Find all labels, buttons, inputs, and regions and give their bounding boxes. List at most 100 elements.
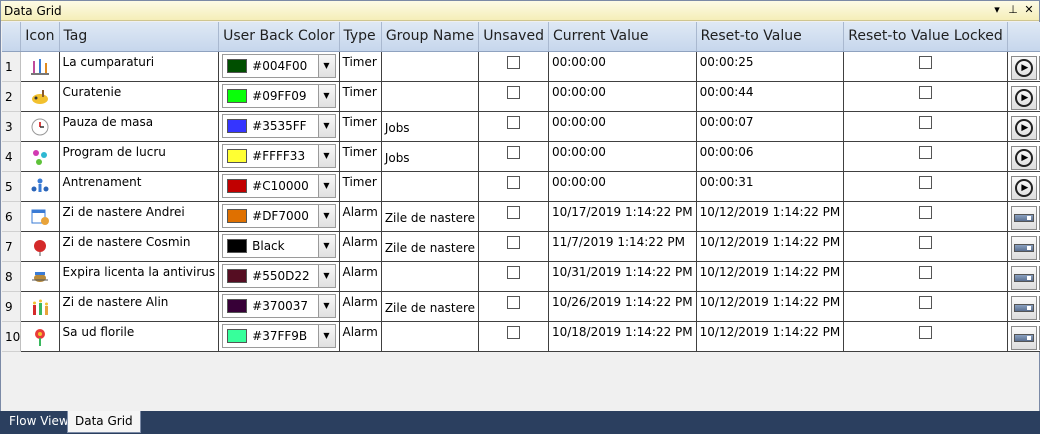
type-cell[interactable]: Alarm [339, 321, 382, 352]
current-value-cell[interactable]: 10/26/2019 1:14:22 PM [548, 291, 697, 322]
play-button[interactable]: ▶ [1010, 85, 1037, 110]
close-icon[interactable]: ✕ [1023, 3, 1035, 16]
row-number[interactable]: 4 [2, 141, 22, 172]
group-name-cell[interactable]: Jobs [381, 111, 480, 142]
unsaved-checkbox[interactable] [507, 55, 521, 69]
col-header-group-name[interactable]: Group Name [381, 22, 480, 52]
reset-value-cell[interactable]: 00:00:25 [696, 51, 845, 82]
current-value-cell[interactable]: 00:00:00 [548, 51, 697, 82]
color-cell[interactable]: #FFFF33 ▼ [218, 141, 340, 172]
table-row[interactable]: 9 Zi de nastere Alin #370037 ▼ Alarm Zile de … [2, 291, 1040, 322]
play-button[interactable]: ▶ [1010, 115, 1037, 140]
group-name-cell[interactable] [381, 261, 480, 292]
reset-locked-cell[interactable] [843, 261, 1008, 292]
reset-value-cell[interactable]: 00:00:44 [696, 81, 845, 112]
chevron-down-icon[interactable]: ▼ [317, 204, 335, 227]
alarm-toggle-button[interactable] [1010, 235, 1037, 260]
type-cell[interactable]: Timer [339, 141, 382, 172]
unsaved-cell[interactable] [478, 321, 549, 352]
row-number[interactable]: 6 [2, 201, 22, 232]
row-number[interactable]: 8 [2, 261, 22, 292]
tag-cell[interactable]: Zi de nastere Cosmin [59, 231, 220, 262]
reset-locked-cell[interactable] [843, 51, 1008, 82]
color-dropdown[interactable]: Black ▼ [222, 233, 336, 258]
reset-locked-checkbox[interactable] [919, 175, 933, 189]
unsaved-cell[interactable] [478, 81, 549, 112]
alarm-toggle-button[interactable] [1010, 205, 1037, 230]
group-name-cell[interactable] [381, 51, 480, 82]
reset-locked-checkbox[interactable] [919, 295, 933, 309]
unsaved-cell[interactable] [478, 141, 549, 172]
col-header-current-value[interactable]: Current Value [548, 22, 697, 52]
group-name-cell[interactable]: Zile de nastere [381, 201, 480, 232]
alarm-toggle-button[interactable] [1010, 295, 1037, 320]
current-value-cell[interactable]: 10/17/2019 1:14:22 PM [548, 201, 697, 232]
reset-locked-cell[interactable] [843, 111, 1008, 142]
col-header-unsaved[interactable]: Unsaved [478, 22, 549, 52]
color-dropdown[interactable]: #09FF09 ▼ [222, 83, 336, 108]
unsaved-cell[interactable] [478, 51, 549, 82]
unsaved-cell[interactable] [478, 171, 549, 202]
chevron-down-icon[interactable]: ▼ [317, 234, 335, 257]
reset-locked-checkbox[interactable] [919, 115, 933, 129]
chevron-down-icon[interactable]: ▼ [317, 294, 335, 317]
row-number[interactable]: 1 [2, 51, 22, 82]
group-name-cell[interactable]: Zile de nastere [381, 231, 480, 262]
color-cell[interactable]: #37FF9B ▼ [218, 321, 340, 352]
tag-cell[interactable]: Antrenament [59, 171, 220, 202]
table-row[interactable]: 6 Zi de nastere Andrei #DF7000 ▼ Alarm Zile d… [2, 201, 1040, 232]
current-value-cell[interactable]: 00:00:00 [548, 171, 697, 202]
group-name-cell[interactable]: Jobs [381, 141, 480, 172]
unsaved-checkbox[interactable] [507, 235, 521, 249]
table-row[interactable]: 1 La cumparaturi #004F00 ▼ Timer 00:00:00 00:0… [2, 51, 1040, 82]
color-dropdown[interactable]: #DF7000 ▼ [222, 203, 336, 228]
tag-cell[interactable]: Expira licenta la antivirus [59, 261, 220, 292]
color-dropdown[interactable]: #3535FF ▼ [222, 113, 336, 138]
table-row[interactable]: 2 Curatenie #09FF09 ▼ Timer 00:00:00 00:00:44 ▶… [2, 81, 1040, 112]
current-value-cell[interactable]: 11/7/2019 1:14:22 PM [548, 231, 697, 262]
row-number[interactable]: 7 [2, 231, 22, 262]
reset-value-cell[interactable]: 10/12/2019 1:14:22 PM [696, 321, 845, 352]
color-cell[interactable]: #3535FF ▼ [218, 111, 340, 142]
reset-value-cell[interactable]: 10/12/2019 1:14:22 PM [696, 261, 845, 292]
col-header-reset-to-value[interactable]: Reset-to Value [696, 22, 845, 52]
unsaved-cell[interactable] [478, 111, 549, 142]
type-cell[interactable]: Alarm [339, 261, 382, 292]
reset-locked-checkbox[interactable] [919, 265, 933, 279]
chevron-down-icon[interactable]: ▼ [317, 144, 335, 167]
play-button[interactable]: ▶ [1010, 55, 1037, 80]
type-cell[interactable]: Alarm [339, 231, 382, 262]
color-dropdown[interactable]: #37FF9B ▼ [222, 323, 336, 348]
type-cell[interactable]: Alarm [339, 201, 382, 232]
reset-locked-cell[interactable] [843, 201, 1008, 232]
type-cell[interactable]: Alarm [339, 291, 382, 322]
reset-locked-cell[interactable] [843, 141, 1008, 172]
unsaved-checkbox[interactable] [507, 115, 521, 129]
reset-locked-checkbox[interactable] [919, 325, 933, 339]
row-number[interactable]: 3 [2, 111, 22, 142]
reset-locked-checkbox[interactable] [919, 235, 933, 249]
unsaved-checkbox[interactable] [507, 295, 521, 309]
reset-locked-cell[interactable] [843, 81, 1008, 112]
color-dropdown[interactable]: #FFFF33 ▼ [222, 143, 336, 168]
chevron-down-icon[interactable]: ▼ [317, 114, 335, 137]
table-row[interactable]: 3 Pauza de masa #3535FF ▼ Timer Jobs 00:00:00 0… [2, 111, 1040, 142]
table-row[interactable]: 8 Expira licenta la antivirus #550D22 ▼ Alar… [2, 261, 1040, 292]
color-dropdown[interactable]: #004F00 ▼ [222, 53, 336, 78]
type-cell[interactable]: Timer [339, 81, 382, 112]
group-name-cell[interactable] [381, 81, 480, 112]
tag-cell[interactable]: Program de lucru [59, 141, 220, 172]
reset-locked-cell[interactable] [843, 171, 1008, 202]
unsaved-checkbox[interactable] [507, 145, 521, 159]
tag-cell[interactable]: Pauza de masa [59, 111, 220, 142]
dropdown-icon[interactable]: ▾ [991, 3, 1003, 16]
row-number[interactable]: 5 [2, 171, 22, 202]
color-dropdown[interactable]: #C10000 ▼ [222, 173, 336, 198]
color-cell[interactable]: #370037 ▼ [218, 291, 340, 322]
color-cell[interactable]: #DF7000 ▼ [218, 201, 340, 232]
col-header-user-back-color[interactable]: User Back Color [218, 22, 340, 52]
play-button[interactable]: ▶ [1010, 145, 1037, 170]
reset-locked-checkbox[interactable] [919, 55, 933, 69]
unsaved-cell[interactable] [478, 231, 549, 262]
table-row[interactable]: 4 Program de lucru #FFFF33 ▼ Timer Jobs 00:00:… [2, 141, 1040, 172]
